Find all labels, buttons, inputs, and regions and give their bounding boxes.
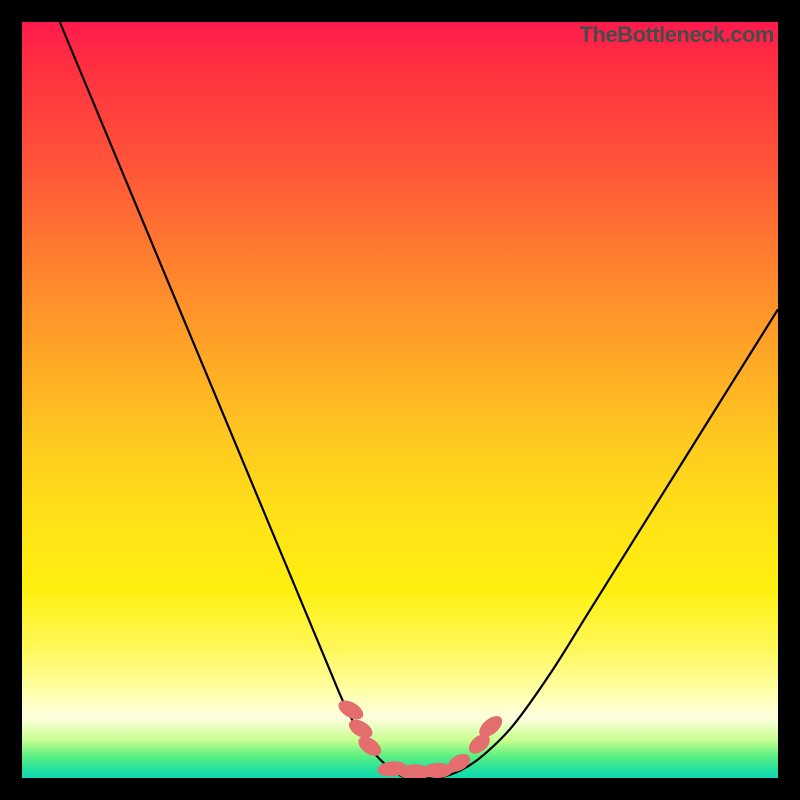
- marker-group: [335, 697, 506, 778]
- bottleneck-chart: [22, 22, 778, 778]
- chart-area: TheBottleneck.com: [22, 22, 778, 778]
- bottleneck-curve: [60, 22, 778, 778]
